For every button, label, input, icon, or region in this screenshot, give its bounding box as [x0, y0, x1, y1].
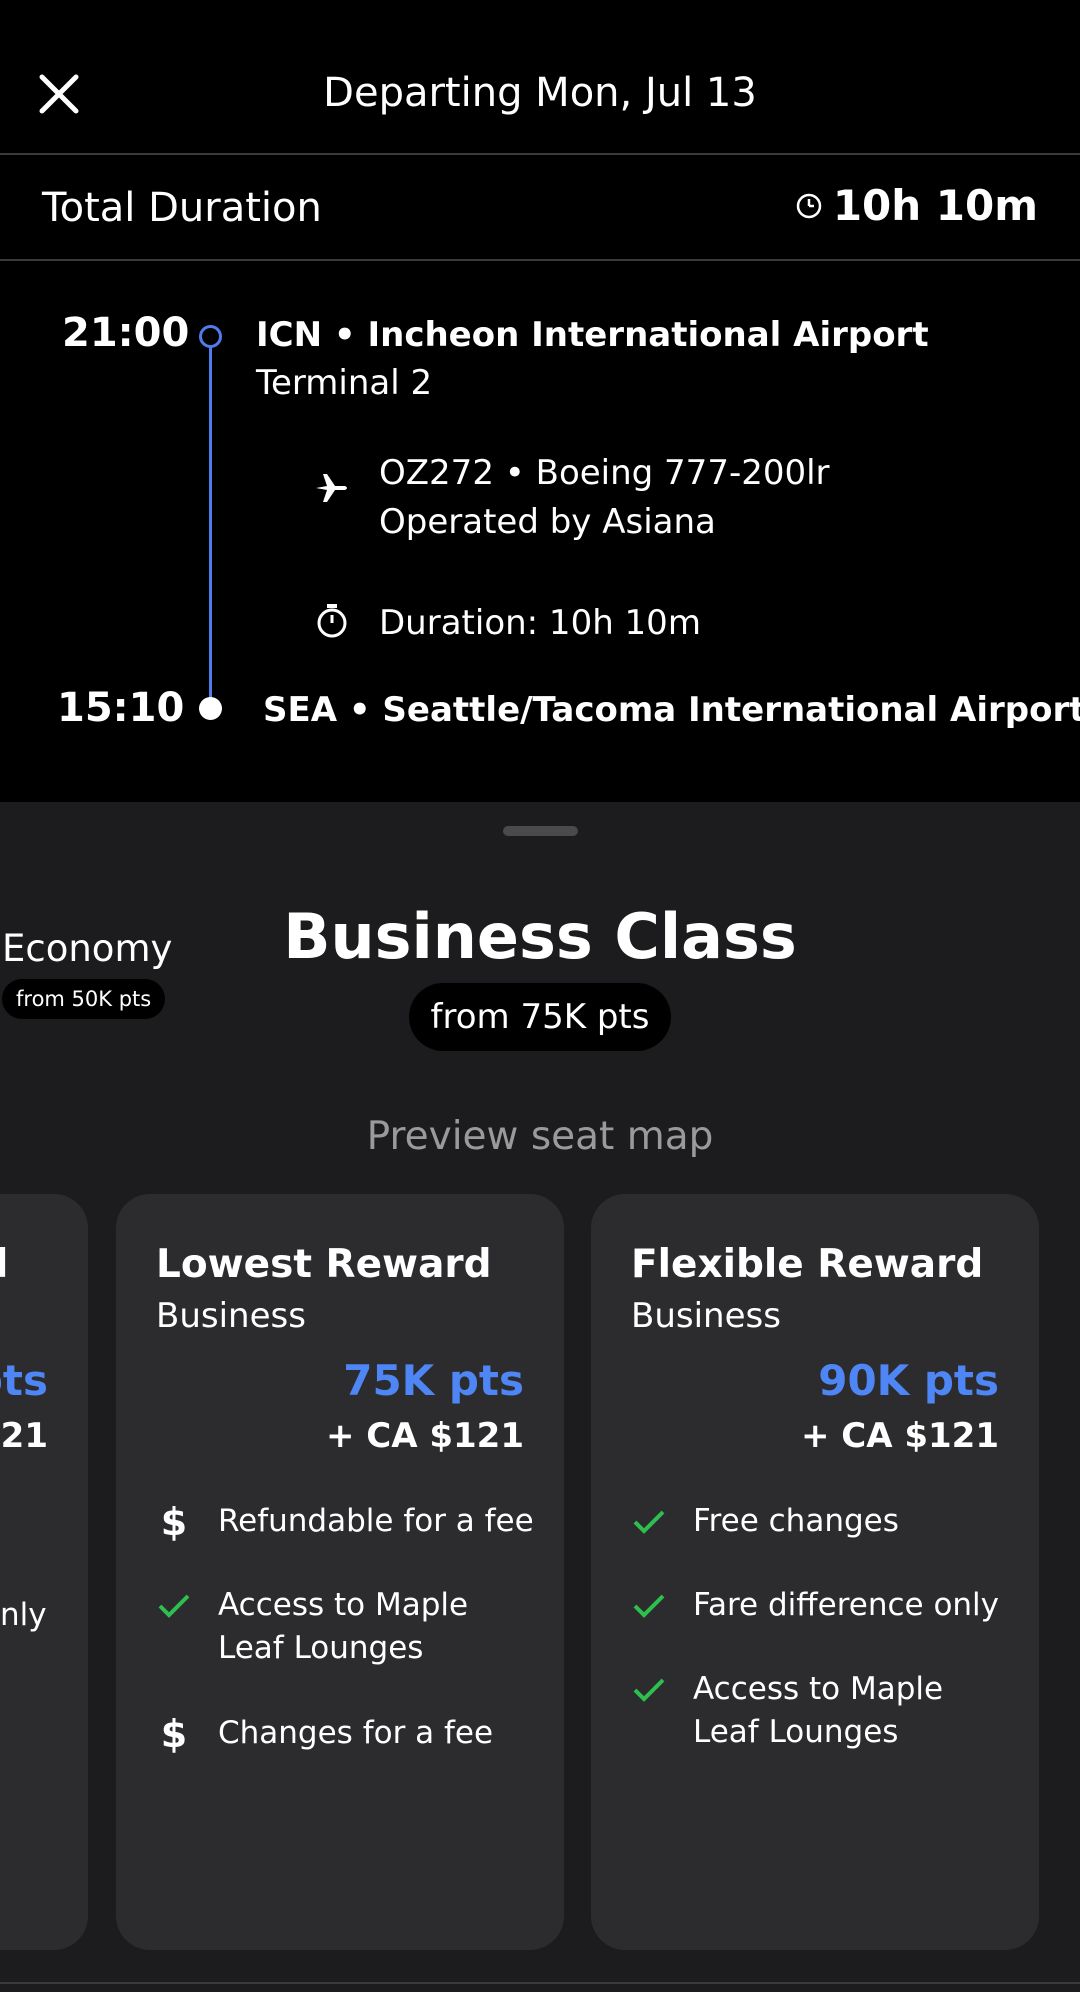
fare-feature-text: Access to Maple Leaf Lounges: [218, 1587, 469, 1666]
fare-feature-text: nly: [0, 1597, 47, 1633]
total-duration-value: 10h 10m: [832, 181, 1038, 230]
business-price-pill[interactable]: from 75K pts: [408, 983, 672, 1051]
page-title: Departing Mon, Jul 13: [323, 70, 757, 116]
preview-seat-map-link[interactable]: Preview seat map: [0, 1114, 1080, 1159]
fare-card-tax: + CA $121: [325, 1416, 524, 1456]
segment-duration: Duration: 10h 10m: [379, 603, 701, 643]
fare-card-tax: 121: [0, 1416, 48, 1456]
total-duration-row: Total Duration 10h 10m: [0, 157, 1080, 261]
check-icon: [629, 1584, 669, 1628]
dollar-icon: $: [160, 1712, 188, 1756]
timeline-line: [209, 337, 212, 707]
fare-card-title: Lowest Reward: [156, 1242, 492, 1287]
fare-feature-text: Changes for a fee: [218, 1715, 494, 1751]
fare-selection-sheet: Economy from 50K pts Business Class from…: [0, 802, 1080, 1992]
fare-card-title: l: [0, 1242, 9, 1287]
check-icon: [154, 1584, 194, 1628]
cabin-tab-business[interactable]: Business Class: [0, 900, 1080, 973]
stopwatch-icon: [312, 601, 352, 641]
clock-icon: [796, 193, 822, 218]
departure-dot: [199, 325, 222, 348]
check-icon: [629, 1668, 669, 1712]
check-icon: [629, 1500, 669, 1544]
fare-card-points: pts: [0, 1356, 48, 1405]
dollar-icon: $: [160, 1500, 188, 1544]
fare-feature-text: Refundable for a fee: [218, 1503, 534, 1539]
flight-details-screen: Departing Mon, Jul 13 Total Duration 10h…: [0, 0, 1080, 1992]
arrival-dot: [199, 697, 222, 720]
sheet-drag-handle[interactable]: [503, 826, 578, 836]
plane-icon: [312, 468, 352, 508]
total-duration-label: Total Duration: [42, 185, 322, 231]
fare-card-points: 90K pts: [818, 1356, 999, 1405]
fare-card-cabin: Business: [631, 1296, 781, 1336]
fare-card-lowest-reward[interactable]: Lowest Reward Business 75K pts + CA $121…: [116, 1194, 564, 1950]
fare-card-cabin: Business: [156, 1296, 306, 1336]
fare-card-partial[interactable]: l pts 121 nly: [0, 1194, 88, 1950]
fare-card-tax: + CA $121: [800, 1416, 999, 1456]
departure-airport: ICN • Incheon International Airport: [256, 315, 929, 355]
fare-card-points: 75K pts: [343, 1356, 524, 1405]
business-price-pill-wrap: from 75K pts: [0, 983, 1080, 1051]
arrival-airport: SEA • Seattle/Tacoma International Airpo…: [263, 690, 1080, 730]
total-duration-value-group: 10h 10m: [795, 181, 1038, 230]
departure-terminal: Terminal 2: [256, 363, 433, 403]
bottom-divider: [0, 1982, 1080, 1984]
flight-number-aircraft: OZ272 • Boeing 777-200lr: [379, 453, 830, 493]
header: Departing Mon, Jul 13: [0, 0, 1080, 155]
departure-time: 21:00: [62, 310, 190, 356]
fare-feature-text: Free changes: [693, 1503, 899, 1539]
operated-by: Operated by Asiana: [379, 502, 716, 542]
fare-card-flexible-reward[interactable]: Flexible Reward Business 90K pts + CA $1…: [591, 1194, 1039, 1950]
fare-feature-text: Access to Maple Leaf Lounges: [693, 1671, 944, 1750]
fare-feature-text: Fare difference only: [693, 1587, 1000, 1623]
itinerary: 21:00 ICN • Incheon International Airpor…: [0, 263, 1080, 803]
fare-card-title: Flexible Reward: [631, 1242, 984, 1287]
arrival-time: 15:10: [57, 685, 185, 731]
